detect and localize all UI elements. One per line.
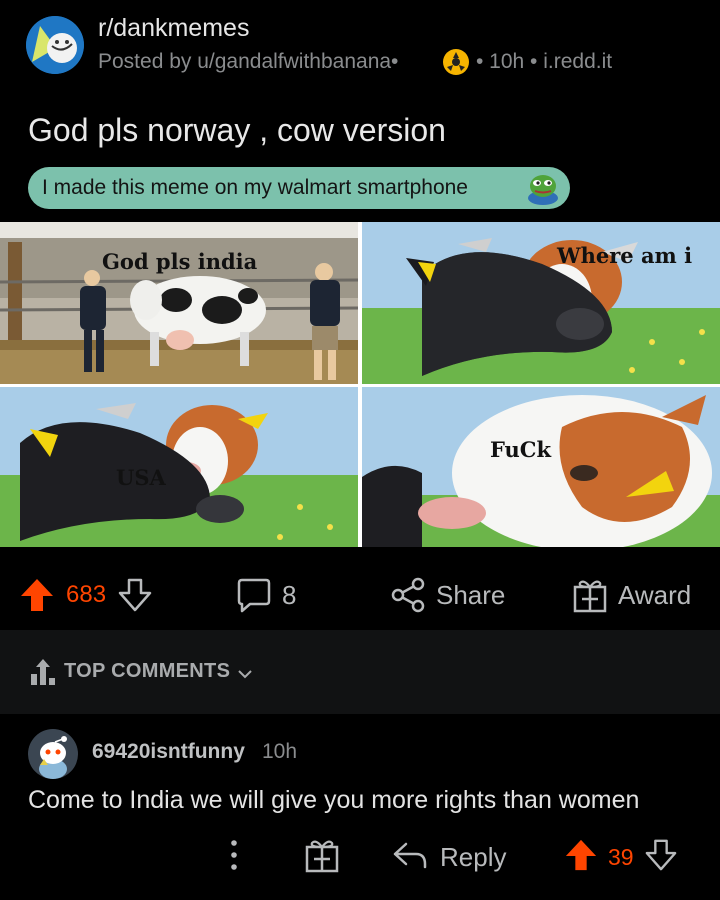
comment: 69420isntfunny 10h Come to India we will… xyxy=(0,714,720,900)
post-actions-bar: 683 8 Share Award xyxy=(0,560,720,630)
upvote-arrow-icon[interactable] xyxy=(20,577,54,613)
comment-vote-group: 39 xyxy=(564,832,678,882)
comment-username[interactable]: 69420isntfunny xyxy=(92,740,245,764)
meme-panel-usa: USA xyxy=(0,387,358,547)
award-button[interactable]: Award xyxy=(572,560,691,630)
more-vertical-icon xyxy=(224,838,244,877)
meme-caption-fuck: FuCk xyxy=(490,437,552,462)
comments-button[interactable]: 8 xyxy=(236,560,296,630)
comment-time: 10h xyxy=(262,740,298,763)
comment-actions-bar: Reply 39 xyxy=(0,832,720,882)
pepe-emoji-icon xyxy=(526,171,560,205)
meme-panel-where-am-i: Where am i xyxy=(362,222,720,384)
more-options-button[interactable] xyxy=(224,832,244,882)
vote-group: 683 xyxy=(20,560,152,630)
share-icon xyxy=(390,577,426,613)
comment-body: Come to India we will give you more righ… xyxy=(28,786,640,814)
commenter-avatar[interactable] xyxy=(28,729,78,779)
downvote-arrow-icon[interactable] xyxy=(644,838,678,877)
meme-caption-india: God pls india xyxy=(102,249,258,274)
share-button[interactable]: Share xyxy=(390,560,505,630)
comment-vote-count: 39 xyxy=(608,843,634,870)
meme-panel-fuck: FuCk xyxy=(362,387,720,547)
downvote-arrow-icon[interactable] xyxy=(118,577,152,613)
user-flair-badge-icon xyxy=(442,48,470,76)
share-label: Share xyxy=(436,579,506,610)
post-header: r/dankmemes Posted by u/gandalfwithbanan… xyxy=(0,0,720,100)
comment-bubble-icon xyxy=(236,577,272,613)
subreddit-avatar[interactable] xyxy=(26,16,84,74)
upvote-count: 683 xyxy=(66,581,107,608)
posted-by[interactable]: Posted by u/gandalfwithbanana• xyxy=(98,50,398,74)
post-image[interactable]: God pls india Where am i USA FuCk xyxy=(0,222,720,547)
reply-button[interactable]: Reply xyxy=(392,832,506,882)
comments-sort-bar[interactable]: TOP COMMENTS xyxy=(0,630,720,714)
post-flair-text: I made this meme on my walmart smartphon… xyxy=(42,176,468,199)
subreddit-name[interactable]: r/dankmemes xyxy=(98,14,249,43)
post-meta: • 10h • i.redd.it xyxy=(476,50,613,73)
meme-caption-usa: USA xyxy=(116,465,166,490)
post-title[interactable]: God pls norway , cow version xyxy=(28,112,446,149)
gift-icon xyxy=(304,837,340,878)
gift-icon xyxy=(572,577,608,613)
reply-label: Reply xyxy=(440,841,507,872)
chevron-down-icon xyxy=(238,666,252,684)
comment-award-button[interactable] xyxy=(304,832,340,882)
comment-count: 8 xyxy=(282,579,297,610)
rocket-sort-icon xyxy=(30,658,56,691)
reply-arrow-icon xyxy=(392,840,428,875)
sort-label: TOP COMMENTS xyxy=(64,660,231,682)
post-flair[interactable]: I made this meme on my walmart smartphon… xyxy=(28,167,570,209)
meme-caption-where-am-i: Where am i xyxy=(557,243,693,268)
meme-panel-barn: God pls india xyxy=(0,222,358,384)
upvote-arrow-icon[interactable] xyxy=(564,838,598,877)
award-label: Award xyxy=(618,579,692,610)
